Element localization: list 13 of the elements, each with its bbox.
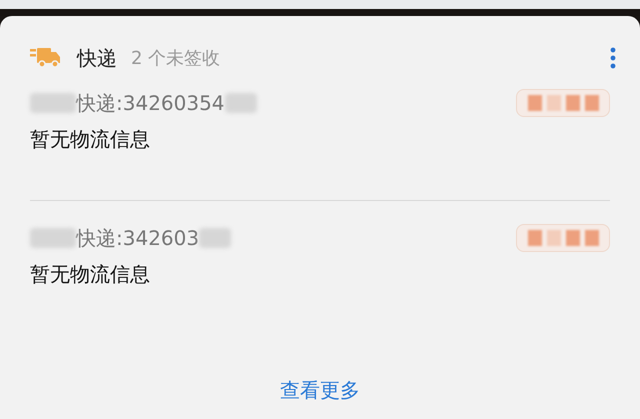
blurred-patch [30, 93, 76, 113]
more-options-icon[interactable] [610, 47, 616, 69]
unsigned-count: 2 个未签收 [131, 47, 220, 70]
blurred-patch [30, 228, 76, 248]
tracking-number: 快递:342603 [76, 224, 200, 252]
blurred-patch [199, 228, 232, 248]
card-title: 快递 [77, 44, 117, 72]
blurred-patch [224, 93, 257, 113]
view-more-link[interactable]: 查看更多 [280, 376, 360, 404]
truck-icon [30, 48, 60, 68]
logistics-status: 暂无物流信息 [30, 261, 151, 288]
logistics-status: 暂无物流信息 [30, 126, 151, 153]
tracking-number: 快递:34260354 [76, 90, 225, 116]
